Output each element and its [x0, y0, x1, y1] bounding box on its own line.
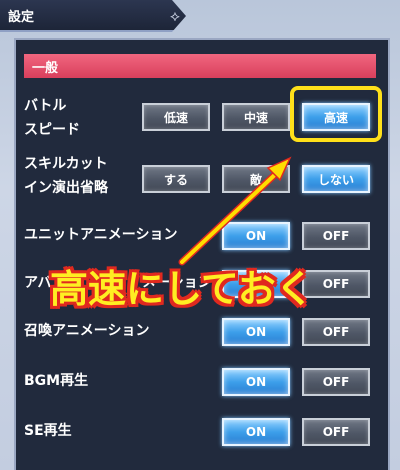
unit-animation-on-button[interactable]: ON [222, 222, 290, 250]
avatar-animation-label: アバ [24, 275, 52, 291]
unit-animation-label: ユニットアニメーション [24, 227, 178, 243]
bgm-off-label: OFF [322, 375, 350, 389]
settings-title-tab: 設定 ⟡ [0, 0, 186, 32]
summon-animation-off-label: OFF [322, 325, 350, 339]
skill-cutin-on-label: する [163, 172, 188, 187]
battle-speed-low-label: 低速 [163, 110, 188, 125]
se-on-button[interactable]: ON [222, 418, 290, 446]
section-header-general: 一般 [24, 54, 376, 78]
annotation-text: 高速にしておく [50, 267, 314, 311]
unit-animation-on-label: ON [245, 229, 267, 243]
skill-cutin-off-button[interactable]: しない [302, 165, 370, 193]
skill-cutin-enemy-button[interactable]: 敵 [222, 165, 290, 193]
tab-ornament-icon: ⟡ [170, 7, 180, 25]
battle-speed-low-button[interactable]: 低速 [142, 103, 210, 131]
skill-cutin-off-label: しない [317, 172, 354, 187]
se-off-button[interactable]: OFF [302, 418, 370, 446]
battle-speed-mid-button[interactable]: 中速 [222, 103, 290, 131]
skill-cutin-enemy-label: 敵 [249, 172, 262, 187]
bgm-on-button[interactable]: ON [222, 368, 290, 396]
unit-animation-off-label: OFF [322, 229, 350, 243]
battle-speed-mid-label: 中速 [243, 110, 268, 125]
skill-cutin-label-text: スキルカット イン演出省略 [24, 156, 108, 196]
page-title: 設定 [8, 10, 35, 25]
se-label: SE再生 [24, 423, 72, 439]
highlight-box [290, 86, 382, 142]
battle-speed-label-text: バトル スピード [24, 98, 80, 138]
se-on-label: ON [245, 425, 267, 439]
bgm-label: BGM再生 [24, 373, 89, 389]
skill-cutin-label: スキルカット イン演出省略 [24, 152, 108, 200]
summon-animation-on-label: ON [245, 325, 267, 339]
unit-animation-off-button[interactable]: OFF [302, 222, 370, 250]
summon-animation-label: 召喚アニメーション [24, 323, 150, 339]
battle-speed-label: バトル スピード [24, 94, 80, 142]
skill-cutin-on-button[interactable]: する [142, 165, 210, 193]
summon-animation-off-button[interactable]: OFF [302, 318, 370, 346]
bgm-on-label: ON [245, 375, 267, 389]
bgm-off-button[interactable]: OFF [302, 368, 370, 396]
summon-animation-on-button[interactable]: ON [222, 318, 290, 346]
se-off-label: OFF [322, 425, 350, 439]
